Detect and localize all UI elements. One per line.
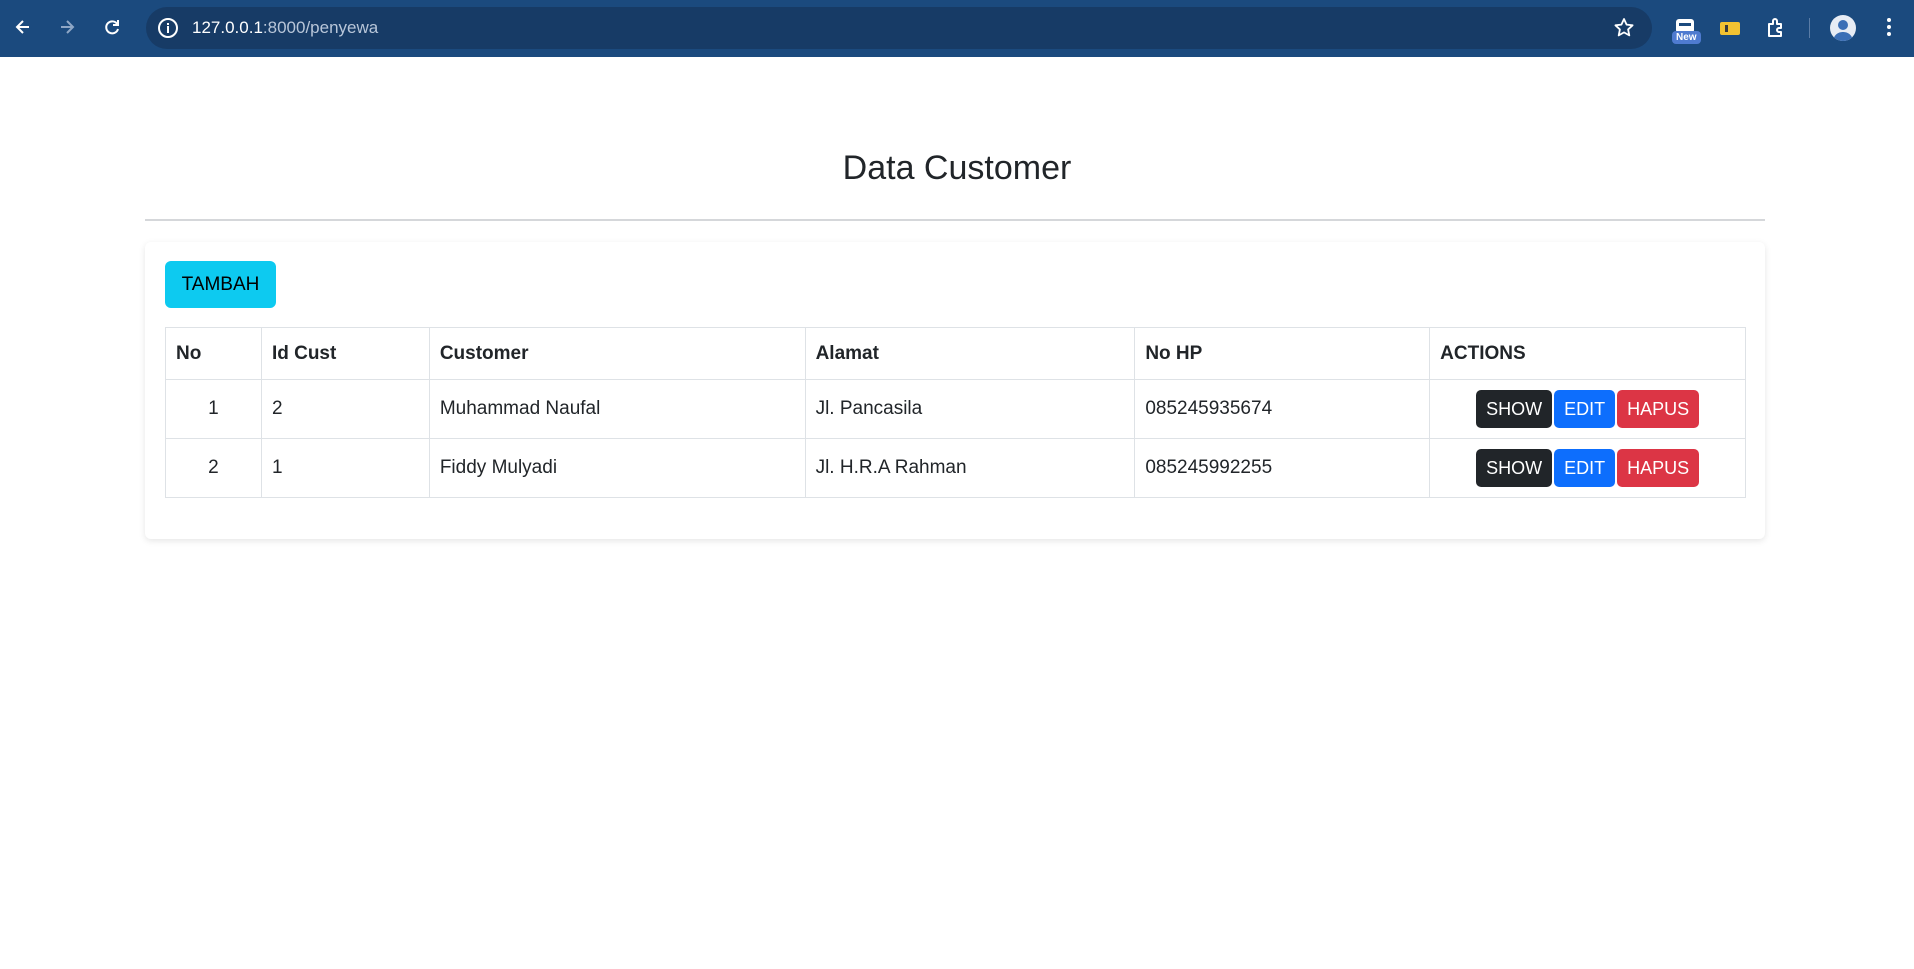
folder-extension-icon[interactable] [1716,14,1744,42]
header-no: No [165,327,262,380]
reload-icon[interactable] [97,12,127,42]
title-divider [145,219,1765,221]
header-actions: ACTIONS [1429,327,1746,380]
cell-id-cust: 1 [260,438,430,498]
bookmark-star-icon[interactable] [1612,16,1636,40]
profile-avatar[interactable] [1830,15,1856,41]
show-button[interactable]: SHOW [1476,449,1553,487]
header-alamat: Alamat [804,327,1136,380]
customer-table: No Id Cust Customer Alamat No HP ACTIONS… [165,327,1746,498]
back-arrow-icon[interactable] [8,12,38,42]
hapus-button[interactable]: HAPUS [1617,390,1700,428]
cell-alamat: Jl. H.R.A Rahman [804,438,1136,498]
header-no-hp: No HP [1134,327,1431,380]
cell-actions: SHOW EDIT HAPUS [1429,379,1746,439]
address-bar[interactable]: 127.0.0.1:8000/penyewa [146,7,1652,49]
cell-customer: Fiddy Mulyadi [428,438,806,498]
cell-id-cust: 2 [260,379,430,439]
cell-actions: SHOW EDIT HAPUS [1429,438,1746,498]
hapus-button[interactable]: HAPUS [1617,449,1700,487]
table-header-row: No Id Cust Customer Alamat No HP ACTIONS [165,327,1746,380]
extensions-puzzle-icon[interactable] [1762,14,1790,42]
url-text[interactable]: 127.0.0.1:8000/penyewa [192,18,378,38]
cell-no-hp: 085245992255 [1134,438,1431,498]
site-info-icon[interactable] [156,16,180,40]
cell-customer: Muhammad Naufal [428,379,806,439]
url-host: 127.0.0.1 [192,18,263,37]
show-button[interactable]: SHOW [1476,390,1553,428]
edit-button[interactable]: EDIT [1554,390,1616,428]
tambah-button[interactable]: TAMBAH [165,261,276,308]
menu-kebab-icon[interactable] [1874,12,1904,42]
cell-no: 2 [165,438,262,498]
edit-button[interactable]: EDIT [1554,449,1616,487]
header-id-cust: Id Cust [260,327,430,380]
browser-toolbar: 127.0.0.1:8000/penyewa New [0,0,1914,57]
table-row: 2 1 Fiddy Mulyadi Jl. H.R.A Rahman 08524… [165,438,1746,498]
url-path: :8000/penyewa [262,18,379,37]
cell-alamat: Jl. Pancasila [804,379,1136,439]
cell-no-hp: 085245935674 [1134,379,1431,439]
forward-arrow-icon[interactable] [52,12,82,42]
new-badge: New [1672,31,1701,44]
customer-card: TAMBAH No Id Cust Customer Alamat No HP … [145,242,1765,539]
cell-no: 1 [165,379,262,439]
page-title: Data Customer [842,149,1072,187]
header-customer: Customer [428,327,806,380]
toolbar-separator [1809,18,1810,38]
table-row: 1 2 Muhammad Naufal Jl. Pancasila 085245… [165,379,1746,439]
